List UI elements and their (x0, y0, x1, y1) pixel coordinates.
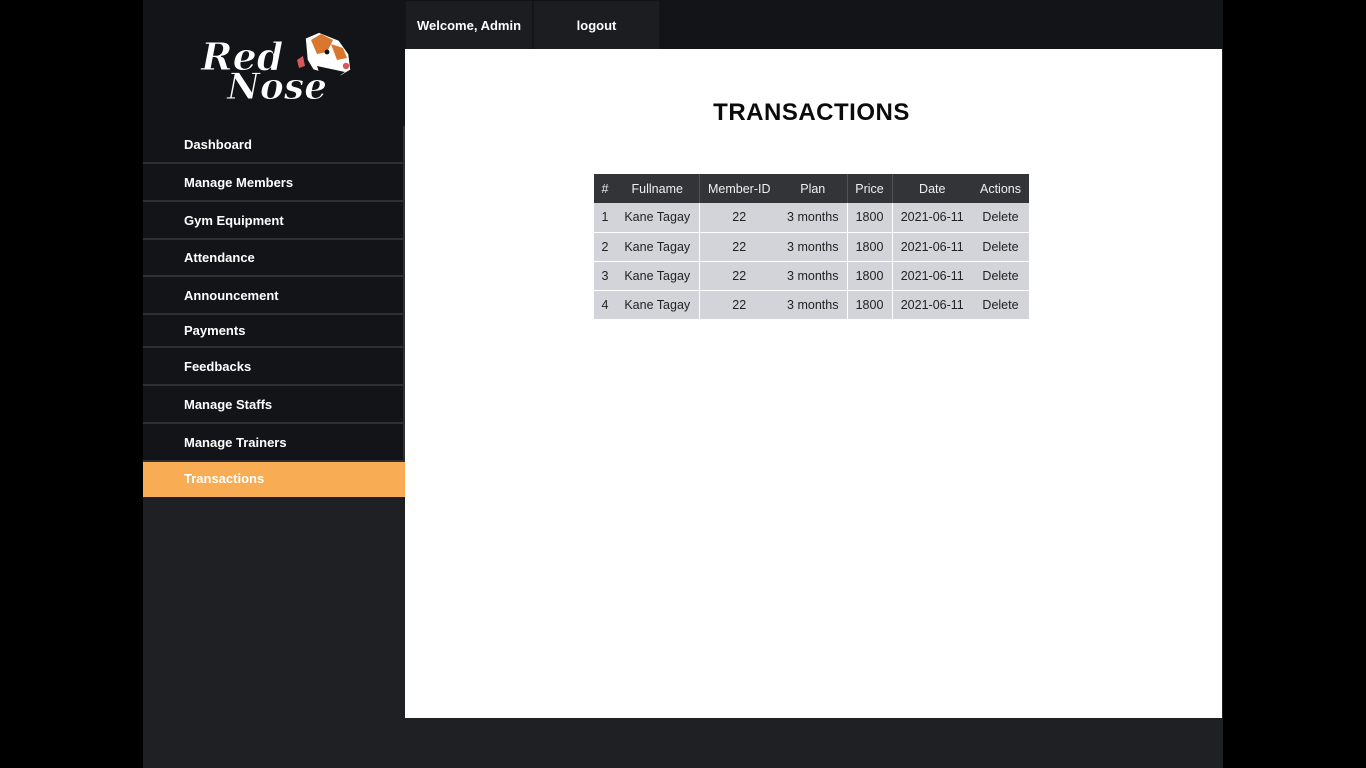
table-row: 3 Kane Tagay 22 3 months 1800 2021-06-11… (594, 260, 1029, 290)
cell-plan: 3 months (779, 203, 848, 232)
cell-number: 1 (594, 203, 616, 232)
sidebar-item-manage-trainers[interactable]: Manage Trainers (143, 424, 405, 462)
cell-plan: 3 months (779, 289, 848, 319)
cell-price: 1800 (847, 260, 893, 290)
sidebar-item-dashboard[interactable]: Dashboard (143, 126, 405, 164)
cell-date: 2021-06-11 (892, 231, 972, 261)
sidebar-item-gym-equipment[interactable]: Gym Equipment (143, 202, 405, 240)
table-header-row: # Fullname Member-ID Plan Price Date Act… (594, 174, 1029, 203)
sidebar-item-label: Gym Equipment (184, 212, 284, 228)
cell-member-id: 22 (699, 289, 779, 319)
sidebar-item-feedbacks[interactable]: Feedbacks (143, 348, 405, 386)
sidebar-item-label: Manage Trainers (184, 434, 287, 450)
column-header-plan: Plan (779, 174, 848, 203)
sidebar-item-label: Manage Staffs (184, 396, 273, 412)
cell-fullname: Kane Tagay (616, 203, 700, 232)
column-header-fullname: Fullname (616, 174, 700, 203)
column-header-date: Date (892, 174, 972, 203)
cell-date: 2021-06-11 (892, 260, 972, 290)
cell-plan: 3 months (779, 260, 848, 290)
column-header-number: # (594, 174, 616, 203)
sidebar-item-label: Announcement (184, 287, 279, 303)
welcome-admin-button[interactable]: Welcome, Admin (406, 1, 532, 49)
sidebar-item-label: Feedbacks (184, 358, 252, 374)
cell-plan: 3 months (779, 231, 848, 261)
cell-fullname: Kane Tagay (616, 231, 700, 261)
logout-button[interactable]: logout (534, 1, 659, 49)
sidebar-item-manage-members[interactable]: Manage Members (143, 164, 405, 202)
top-bar: Welcome, Admin logout (405, 0, 1223, 49)
table-row: 1 Kane Tagay 22 3 months 1800 2021-06-11… (594, 203, 1029, 232)
cell-fullname: Kane Tagay (616, 289, 700, 319)
table-row: 4 Kane Tagay 22 3 months 1800 2021-06-11… (594, 289, 1029, 319)
sidebar-item-attendance[interactable]: Attendance (143, 240, 405, 277)
sidebar-item-label: Attendance (184, 250, 255, 265)
cell-number: 2 (594, 231, 616, 261)
cell-member-id: 22 (699, 203, 779, 232)
rednose-logo: Red Nose (200, 31, 352, 102)
delete-link[interactable]: Delete (972, 203, 1029, 232)
cell-number: 4 (594, 289, 616, 319)
column-header-price: Price (847, 174, 893, 203)
page-title: TRANSACTIONS (713, 99, 910, 126)
transactions-table: # Fullname Member-ID Plan Price Date Act… (594, 174, 1029, 319)
column-header-actions: Actions (972, 174, 1029, 203)
table-row: 2 Kane Tagay 22 3 months 1800 2021-06-11… (594, 231, 1029, 261)
delete-link[interactable]: Delete (972, 289, 1029, 319)
cell-price: 1800 (847, 289, 893, 319)
app-window: Red Nose Dashboard Manage Members Gym Eq… (143, 0, 1223, 768)
sidebar-item-announcement[interactable]: Announcement (143, 277, 405, 315)
sidebar-item-label: Manage Members (184, 174, 294, 190)
logo-area: Red Nose (143, 0, 405, 126)
cell-member-id: 22 (699, 231, 779, 261)
svg-text:Nose: Nose (226, 66, 327, 102)
cell-price: 1800 (847, 203, 893, 232)
cell-number: 3 (594, 260, 616, 290)
sidebar-item-label: Transactions (184, 471, 265, 486)
sidebar-nav: Dashboard Manage Members Gym Equipment A… (143, 126, 405, 497)
column-header-member-id: Member-ID (699, 174, 779, 203)
cell-fullname: Kane Tagay (616, 260, 700, 290)
cell-date: 2021-06-11 (892, 203, 972, 232)
sidebar-item-label: Dashboard (184, 136, 252, 152)
sidebar: Red Nose Dashboard Manage Members Gym Eq… (143, 0, 405, 768)
delete-link[interactable]: Delete (972, 260, 1029, 290)
delete-link[interactable]: Delete (972, 231, 1029, 261)
sidebar-item-payments[interactable]: Payments (143, 315, 405, 348)
main-content: TRANSACTIONS # Fullname Member-ID Plan P… (405, 49, 1222, 718)
cell-date: 2021-06-11 (892, 289, 972, 319)
sidebar-item-transactions[interactable]: Transactions (143, 462, 405, 497)
sidebar-item-manage-staffs[interactable]: Manage Staffs (143, 386, 405, 424)
sidebar-item-label: Payments (184, 323, 246, 338)
cell-member-id: 22 (699, 260, 779, 290)
cell-price: 1800 (847, 231, 893, 261)
